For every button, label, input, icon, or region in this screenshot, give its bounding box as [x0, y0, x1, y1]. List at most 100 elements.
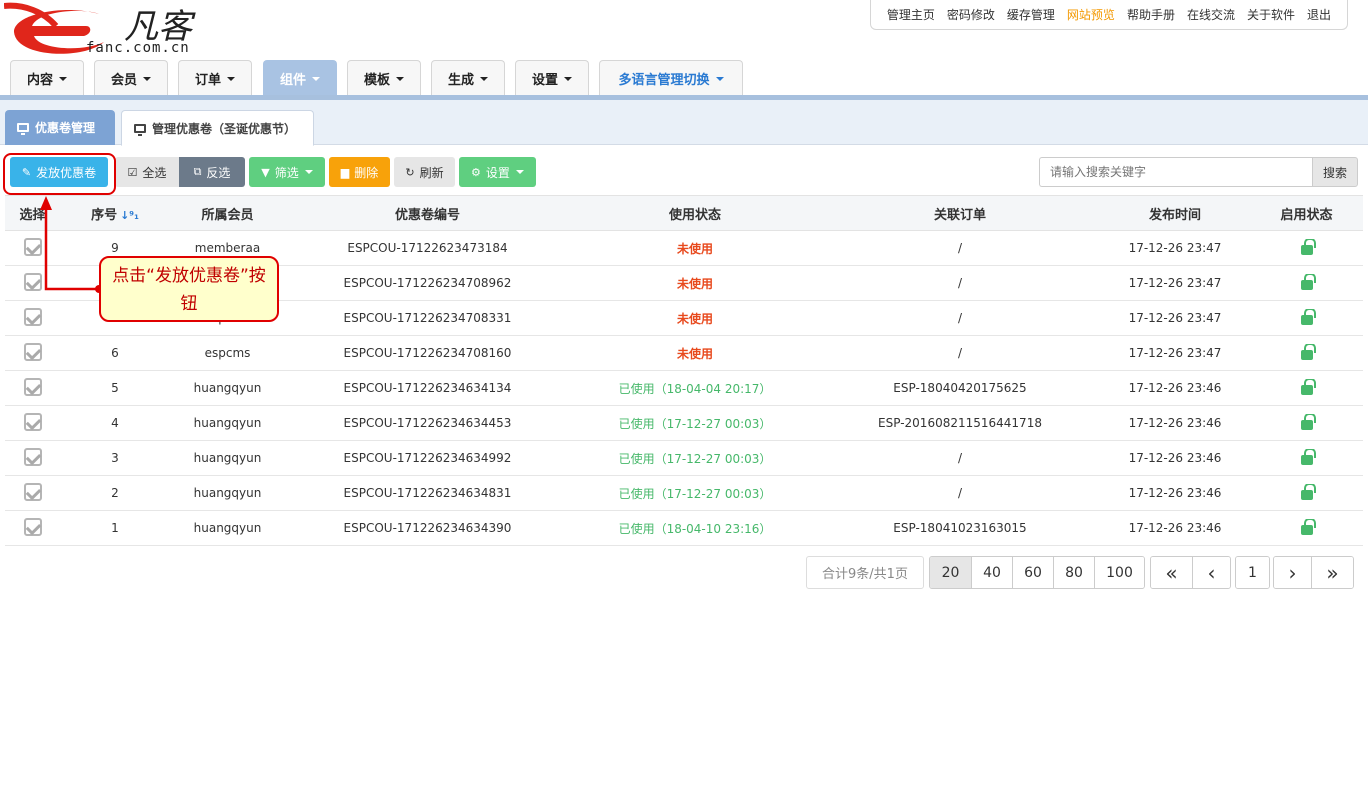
- nav-order[interactable]: 订单: [178, 60, 252, 96]
- row-select[interactable]: [5, 412, 60, 434]
- table-row[interactable]: 4 huangqyun ESPCOU-171226234634453 已使用（17-1…: [5, 406, 1363, 441]
- page-1-button[interactable]: 1: [1236, 557, 1269, 588]
- delete-button[interactable]: ▆ 删除: [329, 157, 390, 187]
- filter-button[interactable]: ▼ 筛选: [249, 157, 325, 187]
- nav-content[interactable]: 内容: [10, 60, 84, 96]
- row-member: memberaa: [194, 241, 261, 255]
- last-page-icon[interactable]: »: [1312, 557, 1353, 588]
- table-row[interactable]: 2 huangqyun ESPCOU-171226234634831 已使用（17-1…: [5, 476, 1363, 511]
- row-select[interactable]: [5, 237, 60, 259]
- checkbox-icon[interactable]: [23, 377, 42, 396]
- share-square-icon: ⧉: [193, 165, 202, 178]
- unlock-icon[interactable]: [1300, 308, 1316, 325]
- row-member: huangqyun: [193, 521, 262, 535]
- top-link-password[interactable]: 密码修改: [947, 6, 995, 23]
- header-code: 优惠卷编号: [394, 207, 460, 223]
- row-enabled[interactable]: [1250, 273, 1363, 293]
- row-enabled[interactable]: [1250, 483, 1363, 503]
- unlock-icon[interactable]: [1300, 273, 1316, 290]
- search-button[interactable]: 搜索: [1312, 157, 1358, 187]
- sort-icon[interactable]: ↓⁹₁: [120, 209, 139, 222]
- page-size-40[interactable]: 40: [972, 557, 1013, 588]
- unlock-icon[interactable]: [1300, 238, 1316, 255]
- row-select[interactable]: [5, 447, 60, 469]
- checkbox-icon[interactable]: [23, 447, 42, 466]
- tab-coupon-management[interactable]: 优惠卷管理: [5, 110, 115, 145]
- select-all-button[interactable]: ☑ 全选: [115, 157, 179, 187]
- top-link-chat[interactable]: 在线交流: [1187, 6, 1235, 23]
- row-status: 已使用（17-12-27 00:03）: [618, 416, 772, 431]
- row-status: 未使用: [676, 241, 713, 256]
- row-time: 17-12-26 23:47: [1128, 311, 1222, 325]
- row-order: ESP-201608211516441718: [878, 416, 1042, 430]
- nav-member[interactable]: 会员: [94, 60, 168, 96]
- row-select[interactable]: [5, 377, 60, 399]
- top-link-logout[interactable]: 退出: [1307, 6, 1331, 23]
- invert-selection-button[interactable]: ⧉ 反选: [179, 157, 245, 187]
- settings-button[interactable]: ⚙ 设置: [459, 157, 536, 187]
- checkbox-icon[interactable]: [23, 482, 42, 501]
- row-code: ESPCOU-171226234634992: [343, 451, 512, 465]
- unlock-icon[interactable]: [1300, 483, 1316, 500]
- row-order: /: [957, 346, 963, 360]
- tab-manage-coupon[interactable]: 管理优惠卷（圣诞优惠节）: [121, 110, 314, 146]
- page-size-20[interactable]: 20: [930, 557, 972, 588]
- top-link-cache[interactable]: 缓存管理: [1007, 6, 1055, 23]
- row-order: ESP-18040420175625: [893, 381, 1027, 395]
- page-size-60[interactable]: 60: [1013, 557, 1054, 588]
- prev-page-icon[interactable]: ‹: [1193, 557, 1230, 588]
- row-time: 17-12-26 23:46: [1128, 416, 1222, 430]
- row-select[interactable]: [5, 307, 60, 329]
- row-code: ESPCOU-171226234634831: [343, 486, 512, 500]
- first-page-icon[interactable]: «: [1151, 557, 1193, 588]
- top-link-help[interactable]: 帮助手册: [1127, 6, 1175, 23]
- checkbox-icon[interactable]: [23, 517, 42, 536]
- row-select[interactable]: [5, 517, 60, 539]
- nav-settings[interactable]: 设置: [515, 60, 589, 96]
- refresh-button[interactable]: ↻ 刷新: [394, 157, 455, 187]
- table-row[interactable]: 5 huangqyun ESPCOU-171226234634134 已使用（18-0…: [5, 371, 1363, 406]
- row-id: 2: [111, 486, 119, 500]
- checkbox-icon[interactable]: [23, 307, 42, 326]
- issue-coupon-button[interactable]: ✎ 发放优惠卷: [10, 157, 108, 187]
- row-status: 已使用（18-04-10 23:16）: [618, 521, 772, 536]
- row-enabled[interactable]: [1250, 238, 1363, 258]
- table-row[interactable]: 6 espcms ESPCOU-171226234708160 未使用 / 17-12-2…: [5, 336, 1363, 371]
- row-enabled[interactable]: [1250, 518, 1363, 538]
- row-enabled[interactable]: [1250, 448, 1363, 468]
- page-current-group: 1: [1235, 556, 1270, 589]
- nav-component[interactable]: 组件: [263, 60, 337, 96]
- row-select[interactable]: [5, 342, 60, 364]
- nav-language[interactable]: 多语言管理切换: [599, 60, 743, 96]
- unlock-icon[interactable]: [1300, 343, 1316, 360]
- checkbox-icon[interactable]: [23, 237, 42, 256]
- page-size-80[interactable]: 80: [1054, 557, 1095, 588]
- nav-template[interactable]: 模板: [347, 60, 421, 96]
- checkbox-icon[interactable]: [23, 342, 42, 361]
- top-link-home[interactable]: 管理主页: [887, 6, 935, 23]
- unlock-icon[interactable]: [1300, 448, 1316, 465]
- unlock-icon[interactable]: [1300, 378, 1316, 395]
- table-row[interactable]: 1 huangqyun ESPCOU-171226234634390 已使用（18-0…: [5, 511, 1363, 546]
- row-enabled[interactable]: [1250, 378, 1363, 398]
- row-enabled[interactable]: [1250, 413, 1363, 433]
- top-link-preview[interactable]: 网站预览: [1067, 6, 1115, 23]
- row-id: 9: [111, 241, 119, 255]
- checkbox-icon[interactable]: [23, 272, 42, 291]
- unlock-icon[interactable]: [1300, 413, 1316, 430]
- table-row[interactable]: 3 huangqyun ESPCOU-171226234634992 已使用（17-1…: [5, 441, 1363, 476]
- nav-generate[interactable]: 生成: [431, 60, 505, 96]
- header-member: 所属会员: [201, 207, 254, 223]
- row-enabled[interactable]: [1250, 343, 1363, 363]
- row-select[interactable]: [5, 272, 60, 294]
- checkbox-icon[interactable]: [23, 412, 42, 431]
- unlock-icon[interactable]: [1300, 518, 1316, 535]
- row-enabled[interactable]: [1250, 308, 1363, 328]
- header-id[interactable]: 序号 ↓⁹₁: [60, 204, 170, 223]
- next-page-icon[interactable]: ›: [1274, 557, 1312, 588]
- search-input[interactable]: [1039, 157, 1312, 187]
- row-id: 5: [111, 381, 119, 395]
- row-select[interactable]: [5, 482, 60, 504]
- top-link-about[interactable]: 关于软件: [1247, 6, 1295, 23]
- page-size-100[interactable]: 100: [1095, 557, 1144, 588]
